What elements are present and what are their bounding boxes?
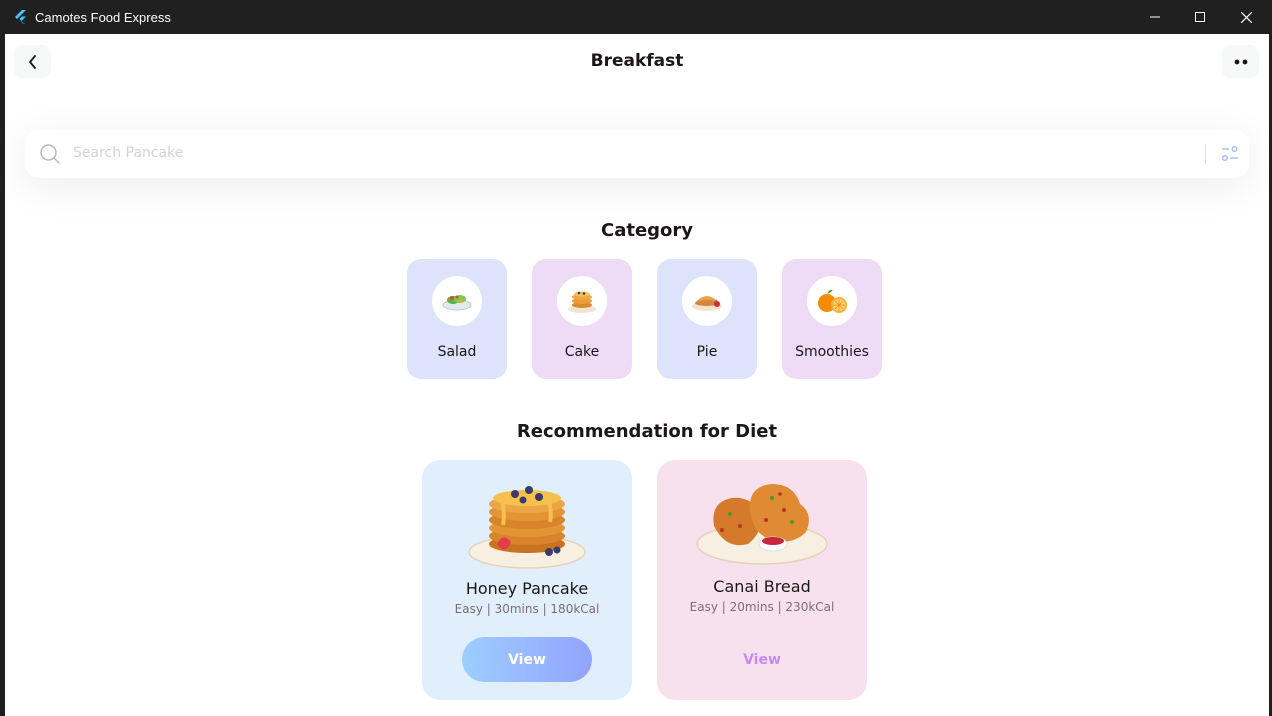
category-label: Pie	[696, 344, 718, 360]
more-button[interactable]	[1222, 45, 1259, 78]
category-card-cake[interactable]: Cake	[532, 259, 632, 379]
category-label: Salad	[437, 344, 477, 360]
search-bar[interactable]: Search Pancake	[25, 130, 1249, 178]
close-icon	[1240, 11, 1252, 23]
window-titlebar: Camotes Food Express	[0, 0, 1272, 34]
view-button[interactable]: View	[697, 637, 827, 682]
canai-bread-image	[696, 484, 828, 565]
recommendation-meta: Easy | 30mins | 180kCal	[454, 602, 600, 616]
salad-icon	[442, 295, 472, 311]
page-title: Breakfast	[590, 51, 684, 71]
flutter-logo-icon	[15, 10, 26, 24]
recommendation-title: Recommendation for Diet	[516, 421, 778, 442]
recommendation-name: Canai Bread	[713, 577, 811, 596]
category-icon-circle	[432, 276, 482, 326]
minimize-icon	[1150, 16, 1160, 18]
close-button[interactable]	[1223, 0, 1269, 34]
view-button[interactable]: View	[462, 637, 592, 682]
search-divider	[1205, 144, 1206, 164]
orange-icon	[818, 289, 847, 313]
recommendation-card-canai-bread[interactable]: Canai Bread Easy | 20mins | 230kCal View	[657, 460, 867, 700]
category-icon-circle	[682, 276, 732, 326]
category-card-salad[interactable]: Salad	[407, 259, 507, 379]
pancake-stack-icon	[568, 291, 596, 313]
recommendation-name: Honey Pancake	[465, 579, 589, 598]
honey-pancake-image	[468, 486, 586, 569]
app-content: Breakfast Search Pancake Category Salad …	[5, 34, 1269, 716]
category-card-smoothies[interactable]: Smoothies	[782, 259, 882, 379]
category-label: Smoothies	[795, 344, 869, 360]
category-icon-circle	[557, 276, 607, 326]
filter-icon[interactable]	[1221, 146, 1239, 162]
category-title: Category	[600, 220, 694, 241]
pie-icon	[692, 296, 722, 311]
search-input[interactable]: Search Pancake	[73, 145, 183, 161]
minimize-button[interactable]	[1132, 0, 1178, 34]
category-card-pie[interactable]: Pie	[657, 259, 757, 379]
recommendation-meta: Easy | 20mins | 230kCal	[689, 600, 835, 614]
search-icon	[40, 144, 60, 164]
window-title: Camotes Food Express	[35, 10, 171, 25]
maximize-button[interactable]	[1177, 0, 1223, 34]
category-icon-circle	[807, 276, 857, 326]
more-dots-icon	[1234, 59, 1247, 64]
category-label: Cake	[564, 344, 600, 360]
recommendation-card-honey-pancake[interactable]: Honey Pancake Easy | 30mins | 180kCal Vi…	[422, 460, 632, 700]
maximize-icon	[1195, 12, 1205, 22]
